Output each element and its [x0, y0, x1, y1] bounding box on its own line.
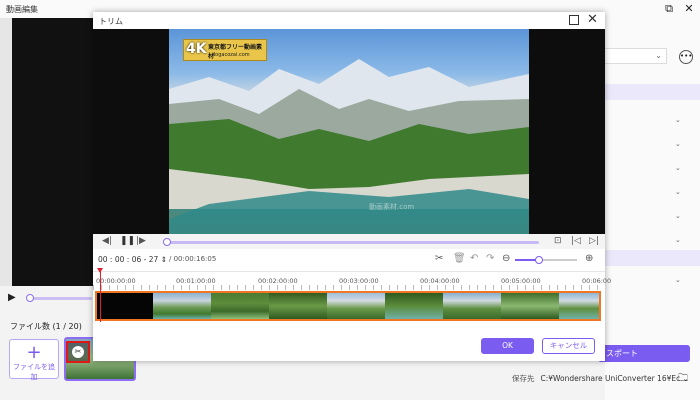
- save-location-path[interactable]: C:¥Wondershare UniConverter 16¥Ec: [541, 374, 681, 383]
- timecode-hours: 00: [98, 255, 108, 264]
- ruler-label: 00:02:00:00: [258, 277, 298, 285]
- preview-area: [0, 18, 94, 286]
- ruler-label: 00:06:00: [582, 277, 612, 285]
- previous-frame-icon[interactable]: ◀|: [102, 236, 112, 246]
- timecode-input[interactable]: 00 : 00 : 06 - 27 ⇕: [98, 255, 167, 264]
- close-icon[interactable]: ✕: [587, 12, 598, 27]
- ruler-label: 00:05:00:00: [501, 277, 541, 285]
- ruler-label: 00:01:00:00: [176, 277, 216, 285]
- trim-toolbar: 00 : 00 : 06 - 27 ⇕ / 00:00:16:05 ✂ 🗑 ↶ …: [93, 250, 605, 270]
- scissors-icon: ✂: [72, 346, 84, 358]
- timecode-frames: 27: [148, 255, 159, 264]
- restore-window-icon[interactable]: ⧉: [662, 2, 676, 16]
- ruler-label: 00:03:00:00: [339, 277, 379, 285]
- logo-4k-text: 4K: [186, 41, 207, 57]
- player-controls: ◀| ❚❚ |▶ ⊡ |◁ ▷|: [93, 234, 605, 249]
- undo-icon[interactable]: ↶: [470, 253, 478, 264]
- chevron-down-icon[interactable]: ⌄: [675, 116, 681, 124]
- video-logo: 4K 東京都フリー動画素材 dogacozai.com: [183, 39, 267, 61]
- folder-icon[interactable]: 🗀: [678, 371, 688, 388]
- settings-panel: ⌄ ••• ⌄ ⌄ ⌄ ⌄ ⌄ ⌄ ⌄: [605, 18, 700, 400]
- redo-icon[interactable]: ↷: [486, 253, 494, 264]
- settings-dropdown[interactable]: ⌄: [605, 48, 667, 64]
- play-icon[interactable]: ▶: [8, 292, 16, 303]
- pause-icon[interactable]: ❚❚: [120, 236, 135, 246]
- video-watermark: 動画素材.com: [369, 202, 414, 211]
- timecode-seconds: 06: [131, 255, 142, 264]
- more-options-icon[interactable]: •••: [679, 50, 693, 64]
- video-player: 動画素材.com 4K 東京都フリー動画素材 dogacozai.com: [93, 29, 605, 234]
- chevron-down-icon[interactable]: ⌄: [675, 212, 681, 220]
- ruler-label: 00:00:00:00: [96, 277, 136, 285]
- export-button[interactable]: スポート: [598, 345, 690, 362]
- app-title: 動画編集: [6, 5, 38, 14]
- zoom-out-icon[interactable]: ⊖: [502, 253, 510, 264]
- timecode-minutes: 00: [114, 255, 125, 264]
- preview-seek-slider[interactable]: [26, 294, 92, 302]
- delete-icon[interactable]: 🗑: [453, 253, 466, 264]
- chevron-down-icon[interactable]: ⌄: [675, 164, 681, 172]
- timeline-clip[interactable]: [95, 291, 601, 321]
- zoom-slider[interactable]: [515, 256, 577, 264]
- next-frame-icon[interactable]: |▶: [136, 236, 146, 246]
- close-window-icon[interactable]: ✕: [682, 2, 696, 16]
- chevron-down-icon[interactable]: ⌄: [675, 188, 681, 196]
- maximize-icon[interactable]: [569, 15, 579, 25]
- playhead[interactable]: [97, 268, 103, 322]
- cancel-button[interactable]: キャンセル: [542, 338, 595, 354]
- seek-slider[interactable]: [163, 238, 539, 246]
- timeline-ruler: 00:00:00:00 00:01:00:00 00:02:00:00 00:0…: [93, 271, 611, 290]
- snapshot-icon[interactable]: ⊡: [554, 236, 562, 246]
- add-file-label: ファイルを追加: [13, 363, 55, 381]
- save-location-label: 保存先: [512, 374, 535, 383]
- scissors-icon[interactable]: ✂: [435, 253, 443, 264]
- timecode-stepper-icon[interactable]: ⇕: [161, 255, 167, 264]
- settings-section-header: [605, 250, 700, 266]
- add-file-button[interactable]: + ファイルを追加: [9, 339, 59, 381]
- video-frame: 動画素材.com 4K 東京都フリー動画素材 dogacozai.com: [169, 29, 529, 234]
- zoom-in-icon[interactable]: ⊕: [585, 253, 593, 264]
- file-count: ファイル数 (1 / 20): [10, 322, 82, 331]
- jump-end-icon[interactable]: ▷|: [589, 236, 599, 246]
- chevron-down-icon[interactable]: ⌄: [675, 140, 681, 148]
- trim-button[interactable]: ✂: [66, 341, 90, 363]
- chevron-down-icon[interactable]: ⌄: [675, 236, 681, 244]
- chevron-down-icon: ⌄: [655, 51, 662, 60]
- jump-start-icon[interactable]: |◁: [571, 236, 581, 246]
- dialog-title: トリム: [99, 17, 123, 26]
- plus-icon: +: [26, 342, 42, 363]
- logo-site: dogacozai.com: [212, 52, 250, 58]
- chevron-down-icon[interactable]: ⌄: [675, 276, 681, 284]
- save-location: 保存先 C:¥Wondershare UniConverter 16¥Ec ⌄: [512, 373, 689, 384]
- settings-section-header: [605, 84, 700, 100]
- total-duration: / 00:00:16:05: [169, 255, 217, 263]
- ruler-label: 00:04:00:00: [420, 277, 460, 285]
- trim-dialog: トリム ✕ 動画素材.com 4K 東京都フリー動画素材 dogacozai.c…: [93, 12, 611, 361]
- ok-button[interactable]: OK: [481, 338, 534, 354]
